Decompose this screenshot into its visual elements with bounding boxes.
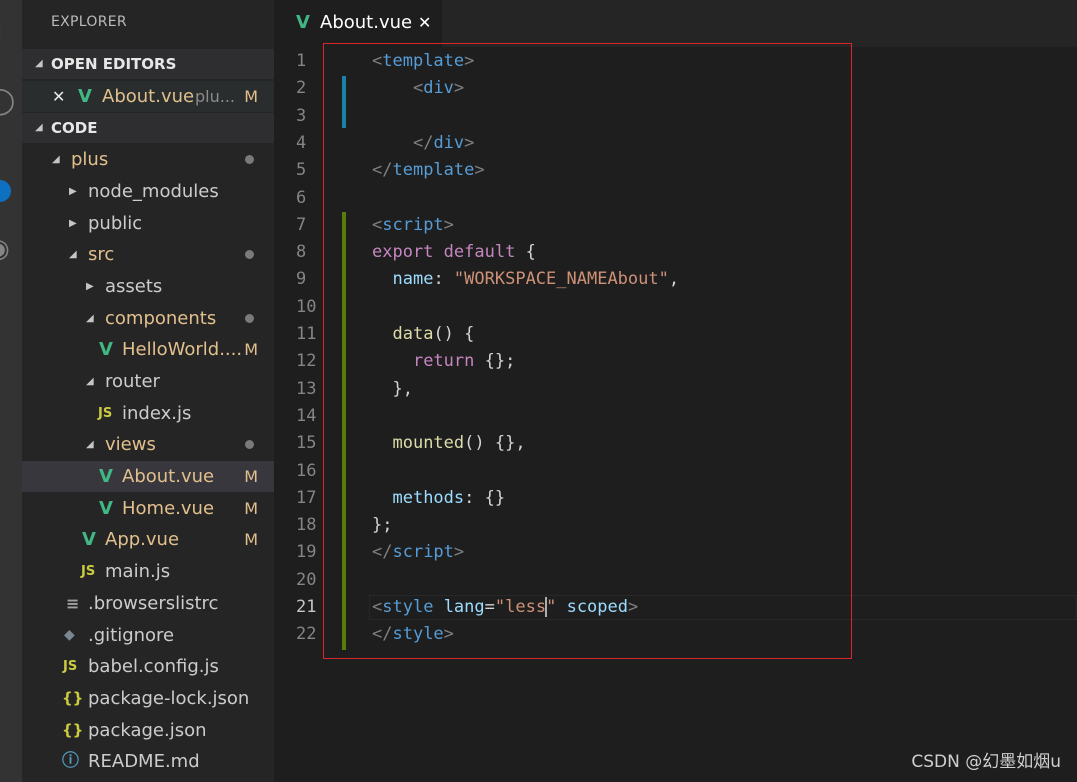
explorer-icon[interactable]: ▯ <box>0 18 2 44</box>
tree-file-main-js[interactable]: JS main.js <box>22 556 274 587</box>
chevron-down-icon: ◢ <box>35 58 43 69</box>
tree-folder-public[interactable]: ▶ public <box>22 208 274 239</box>
tree-file-index-js[interactable]: JS index.js <box>22 398 274 429</box>
open-editor-path-hint: plu... <box>195 87 235 106</box>
workspace-header[interactable]: ◢ CODE <box>22 113 274 143</box>
tree-file-browserslistrc[interactable]: ≡ .browserslistrc <box>22 588 274 619</box>
debug-icon[interactable]: ◉ <box>0 236 10 262</box>
modified-badge: M <box>244 340 258 359</box>
explorer-sidebar: EXPLORER ◢ OPEN EDITORS ✕ V About.vue pl… <box>22 0 274 782</box>
chevron-right-icon: ▶ <box>69 218 77 229</box>
git-file-icon: ◆ <box>64 627 75 643</box>
js-file-icon: JS <box>63 659 78 674</box>
tree-file-package-lock[interactable]: {} package-lock.json <box>22 683 274 714</box>
tree-folder-src[interactable]: ◢ src <box>22 239 274 270</box>
chevron-right-icon: ▶ <box>86 281 94 292</box>
chevron-down-icon: ◢ <box>86 439 94 450</box>
modified-badge: M <box>244 467 258 486</box>
vue-file-icon: V <box>99 498 113 519</box>
modified-dot <box>245 155 254 164</box>
modified-badge: M <box>244 499 258 518</box>
extensions-icon[interactable]: ▮ <box>0 304 1 330</box>
tree-folder-views[interactable]: ◢ views <box>22 429 274 460</box>
tree-folder-node-modules[interactable]: ▶ node_modules <box>22 176 274 207</box>
json-file-icon: {} <box>62 689 84 707</box>
tree-folder-router[interactable]: ◢ router <box>22 366 274 397</box>
tree-file-package-json[interactable]: {} package.json <box>22 715 274 746</box>
search-icon[interactable]: ◯ <box>0 88 15 114</box>
vue-file-icon: V <box>78 86 92 107</box>
js-file-icon: JS <box>98 406 113 421</box>
tree-file-babel-config[interactable]: JS babel.config.js <box>22 651 274 682</box>
editor-tab-bar: V About.vue ✕ <box>274 0 1077 47</box>
modified-badge: M <box>244 87 258 106</box>
chevron-down-icon: ◢ <box>52 154 60 165</box>
tree-file-home-vue[interactable]: V Home.vue M <box>22 493 274 524</box>
open-editors-header[interactable]: ◢ OPEN EDITORS <box>22 49 274 79</box>
vue-file-icon: V <box>296 12 310 33</box>
close-icon[interactable]: ✕ <box>52 81 65 112</box>
modified-dot <box>245 440 254 449</box>
json-file-icon: {} <box>62 721 84 739</box>
info-icon: ⓘ <box>62 751 79 771</box>
modified-badge: M <box>244 530 258 549</box>
tree-folder-plus[interactable]: ◢ plus <box>22 144 274 175</box>
tree-file-helloworld[interactable]: V HelloWorld.... M <box>22 334 274 365</box>
open-editor-filename: About.vue <box>102 86 195 107</box>
close-icon[interactable]: ✕ <box>418 13 431 32</box>
tree-file-about-vue[interactable]: V About.vue M <box>22 461 274 492</box>
activity-bar: ▯ ◯ ◉ ▮ <box>0 0 22 782</box>
vue-file-icon: V <box>82 529 96 550</box>
tab-label: About.vue <box>320 12 413 33</box>
source-control-badge-icon[interactable] <box>0 180 11 202</box>
tree-file-app-vue[interactable]: V App.vue M <box>22 524 274 555</box>
tree-folder-components[interactable]: ◢ components <box>22 303 274 334</box>
chevron-down-icon: ◢ <box>69 249 77 260</box>
watermark: CSDN @幻墨如烟u <box>911 752 1061 772</box>
modified-dot <box>245 250 254 259</box>
vue-file-icon: V <box>99 466 113 487</box>
explorer-title: EXPLORER <box>51 14 127 30</box>
highlight-annotation-box <box>323 43 852 659</box>
tree-folder-assets[interactable]: ▶ assets <box>22 271 274 302</box>
chevron-down-icon: ◢ <box>86 313 94 324</box>
js-file-icon: JS <box>81 564 96 579</box>
tree-file-gitignore[interactable]: ◆ .gitignore <box>22 620 274 651</box>
tab-about-vue[interactable]: V About.vue ✕ <box>274 0 442 47</box>
chevron-down-icon: ◢ <box>86 376 94 387</box>
chevron-down-icon: ◢ <box>35 122 43 133</box>
vue-file-icon: V <box>99 339 113 360</box>
open-editor-item[interactable]: ✕ V About.vue plu... M <box>22 81 274 112</box>
text-file-icon: ≡ <box>66 594 80 613</box>
tree-file-readme[interactable]: ⓘ README.md <box>22 746 274 777</box>
modified-dot <box>245 314 254 323</box>
chevron-right-icon: ▶ <box>69 186 77 197</box>
